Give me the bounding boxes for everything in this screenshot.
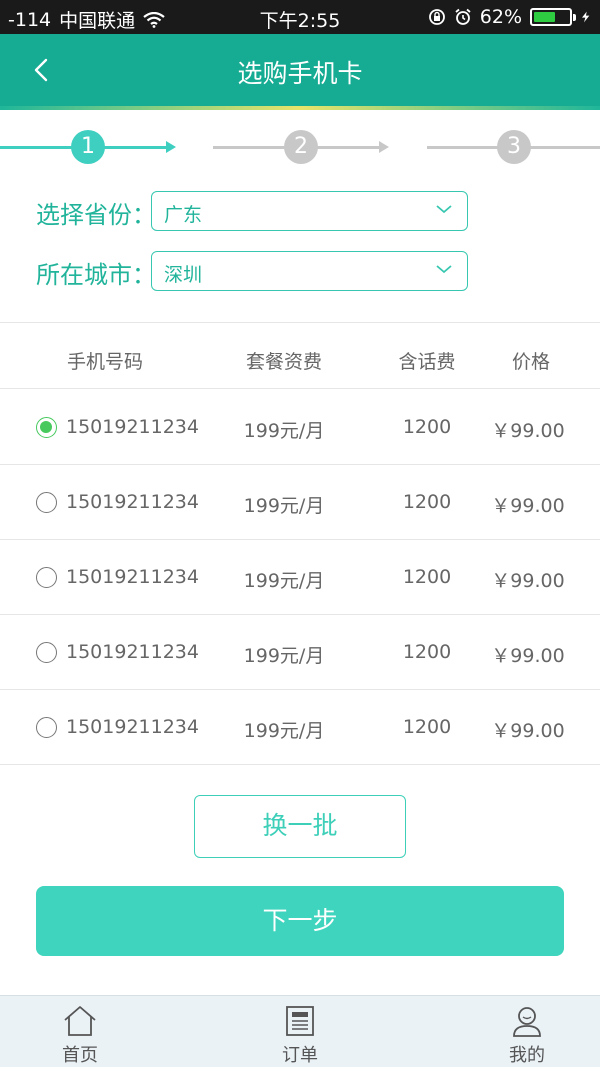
rotation-lock-icon xyxy=(428,9,445,25)
row-radio[interactable] xyxy=(36,567,57,588)
page-title: 选购手机卡 xyxy=(237,59,363,88)
plan-fee: 199元/月 xyxy=(243,420,325,442)
tab-profile-label: 我的 xyxy=(509,1045,545,1066)
row-radio[interactable] xyxy=(36,717,57,738)
status-right: 62% xyxy=(428,6,592,28)
province-row: 选择省份： 广东 xyxy=(36,191,468,231)
plan-fee: 199元/月 xyxy=(243,720,325,742)
city-value: 深圳 xyxy=(164,264,203,286)
step-1-circle: 1 xyxy=(71,130,105,164)
phone-number: 15019211234 xyxy=(66,491,199,513)
chevron-down-icon xyxy=(436,265,452,274)
step-2-circle: 2 xyxy=(284,130,318,164)
charging-icon xyxy=(582,11,590,23)
price: ￥99.00 xyxy=(491,720,565,742)
step-2-arrow xyxy=(379,141,389,153)
table-row[interactable]: 15019211234 199元/月 1200 ￥99.00 xyxy=(0,615,600,690)
table-header: 手机号码 套餐资费 含话费 价格 xyxy=(0,323,600,389)
tab-profile[interactable]: 我的 xyxy=(467,996,587,1067)
battery-icon xyxy=(530,8,576,26)
row-radio[interactable] xyxy=(36,492,57,513)
phone-number: 15019211234 xyxy=(66,566,199,588)
phone-number: 15019211234 xyxy=(66,416,199,438)
table-row[interactable]: 15019211234 199元/月 1200 ￥99.00 xyxy=(0,390,600,465)
next-button[interactable]: 下一步 xyxy=(36,886,564,956)
status-bar: -114 中国联通 下午2:55 62% xyxy=(0,0,600,34)
province-value: 广东 xyxy=(164,204,203,226)
price: ￥99.00 xyxy=(491,645,565,667)
row-radio[interactable] xyxy=(36,417,57,438)
progress-stepper: 1 2 3 xyxy=(0,124,600,170)
city-select[interactable]: 深圳 xyxy=(151,251,468,291)
tab-orders-label: 订单 xyxy=(282,1045,318,1066)
city-row: 所在城市： 深圳 xyxy=(36,251,468,291)
phone-number: 15019211234 xyxy=(66,641,199,663)
table-row[interactable]: 15019211234 199元/月 1200 ￥99.00 xyxy=(0,690,600,765)
plan-fee: 199元/月 xyxy=(243,495,325,517)
price: ￥99.00 xyxy=(491,495,565,517)
battery-percent: 62% xyxy=(479,6,522,28)
price: ￥99.00 xyxy=(491,420,565,442)
province-select[interactable]: 广东 xyxy=(151,191,468,231)
chevron-down-icon xyxy=(436,205,452,214)
header-number: 手机号码 xyxy=(66,351,143,373)
row-radio[interactable] xyxy=(36,642,57,663)
table-row[interactable]: 15019211234 199元/月 1200 ￥99.00 xyxy=(0,465,600,540)
profile-icon xyxy=(513,1007,541,1037)
plan-fee: 199元/月 xyxy=(243,645,325,667)
tab-bar: 首页 订单 我的 xyxy=(0,995,600,1067)
tab-home-label: 首页 xyxy=(62,1045,98,1066)
province-label: 选择省份： xyxy=(36,201,156,229)
city-label: 所在城市： xyxy=(36,261,156,289)
home-icon xyxy=(64,1006,96,1036)
header-price: 价格 xyxy=(511,351,550,373)
tab-home[interactable]: 首页 xyxy=(20,996,140,1067)
refresh-button[interactable]: 换一批 xyxy=(194,795,406,858)
step-3-circle: 3 xyxy=(497,130,531,164)
step-1-arrow xyxy=(166,141,176,153)
table-row[interactable]: 15019211234 199元/月 1200 ￥99.00 xyxy=(0,540,600,615)
header-credit: 含话费 xyxy=(398,351,456,373)
price: ￥99.00 xyxy=(491,570,565,592)
phone-number: 15019211234 xyxy=(66,716,199,738)
tab-orders[interactable]: 订单 xyxy=(240,996,360,1067)
plan-fee: 199元/月 xyxy=(243,570,325,592)
header-plan: 套餐资费 xyxy=(245,351,322,373)
battery-fill xyxy=(534,12,555,22)
alarm-icon xyxy=(455,8,471,25)
orders-icon xyxy=(286,1006,314,1036)
header-bar: 选购手机卡 xyxy=(0,34,600,110)
